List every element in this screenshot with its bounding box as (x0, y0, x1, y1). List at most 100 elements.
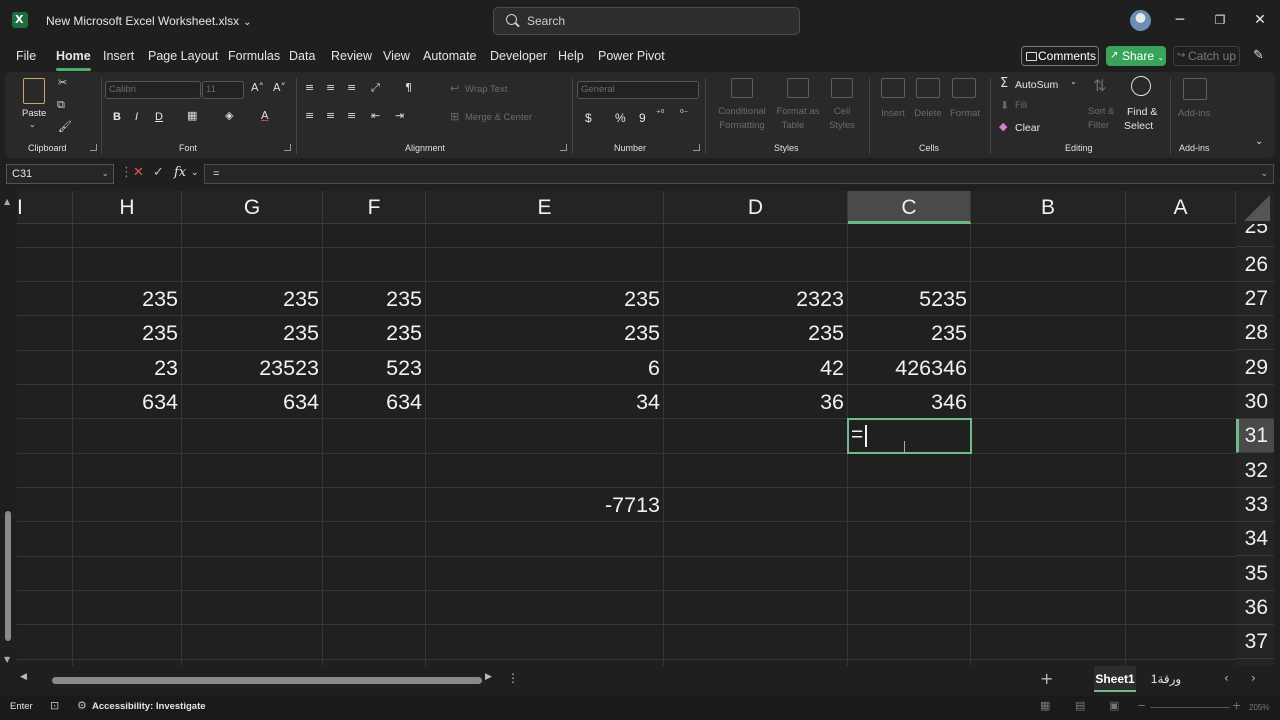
spreadsheet-grid[interactable]: I H G F E D C B A 235 235 235 235 2323 5… (17, 191, 1236, 666)
document-title[interactable]: New Microsoft Excel Worksheet.xlsx ⌄ (46, 14, 252, 28)
pen-icon[interactable]: ✎ (1253, 48, 1269, 64)
fill-button[interactable]: Fill (1015, 100, 1027, 111)
paste-icon[interactable] (23, 78, 45, 104)
align-top-icon[interactable]: ≡ (305, 81, 314, 94)
tab-automate[interactable]: Automate (423, 49, 477, 63)
orientation-icon[interactable]: ⤢ (371, 81, 380, 95)
align-middle-icon[interactable]: ≡ (326, 81, 335, 94)
tab-page-layout[interactable]: Page Layout (148, 49, 218, 63)
column-header-g[interactable]: G (182, 191, 323, 224)
format-as-table-button[interactable]: Format as (773, 106, 823, 117)
cell-h27[interactable]: 235 (73, 282, 182, 316)
find-select-button[interactable]: Find & (1127, 106, 1157, 118)
macro-record-icon[interactable]: ⊡ (50, 699, 59, 712)
font-size-select[interactable]: 11 (202, 81, 244, 99)
cell-h28[interactable]: 235 (73, 316, 182, 350)
row-header-26[interactable]: 26 (1236, 248, 1274, 282)
page-layout-view-icon[interactable]: ▤ (1075, 699, 1085, 712)
cell-c27[interactable]: 5235 (848, 282, 971, 316)
underline-button[interactable]: D (155, 111, 163, 123)
delete-cells-button[interactable]: Delete (911, 108, 945, 119)
increase-decimal-icon[interactable]: ⁺⁰ (656, 109, 664, 119)
column-header-e[interactable]: E (426, 191, 664, 224)
prev-sheet-icon[interactable]: ‹ (1224, 671, 1229, 685)
sheet-tab-other[interactable]: ورقة1 (1146, 666, 1186, 692)
autosum-button[interactable]: AutoSum (1015, 79, 1058, 91)
cell-e29[interactable]: 6 (426, 351, 664, 385)
clear-button[interactable]: Clear (1015, 122, 1040, 134)
decrease-decimal-icon[interactable]: ⁰⁻ (680, 109, 688, 119)
chevron-down-icon[interactable]: ⌄ (1070, 77, 1077, 86)
cell-f27[interactable]: 235 (323, 282, 426, 316)
font-family-select[interactable]: Calibri (105, 81, 201, 99)
select-all-corner[interactable] (1236, 191, 1274, 224)
column-header-i[interactable]: I (17, 191, 73, 224)
cell-styles-button[interactable]: Cell (827, 106, 857, 117)
row-header-27[interactable]: 27 (1236, 282, 1274, 316)
insert-function-icon[interactable]: fx (174, 165, 186, 180)
zoom-out-icon[interactable]: − (1137, 699, 1146, 712)
conditional-formatting-button[interactable]: Conditional (714, 106, 770, 117)
merge-center-button[interactable]: Merge & Center (465, 112, 532, 123)
avatar[interactable] (1130, 10, 1151, 31)
column-header-c[interactable]: C (848, 191, 971, 224)
horizontal-scrollbar-thumb[interactable] (52, 677, 482, 684)
zoom-level[interactable]: 205% (1249, 703, 1269, 712)
column-header-b[interactable]: B (971, 191, 1126, 224)
cell-h30[interactable]: 634 (73, 385, 182, 419)
row-header-28[interactable]: 28 (1236, 316, 1274, 350)
tab-data[interactable]: Data (289, 49, 315, 63)
search-box[interactable]: Search (493, 7, 800, 35)
tab-file[interactable]: File (16, 49, 36, 63)
align-left-icon[interactable]: ≡ (305, 109, 314, 122)
align-right-icon[interactable]: ≡ (347, 109, 356, 122)
catch-up-button[interactable]: Catch up (1173, 46, 1240, 66)
add-ins-button[interactable]: Add-ins (1178, 108, 1210, 119)
decrease-font-icon[interactable]: A˅ (273, 81, 286, 94)
row-header-31[interactable]: 31 (1236, 419, 1274, 453)
format-painter-icon[interactable]: 🖌 (58, 120, 72, 133)
row-header-33[interactable]: 33 (1236, 488, 1274, 522)
more-icon[interactable]: ⋮ (120, 165, 133, 180)
more-options-icon[interactable]: ⋮ (507, 671, 519, 685)
formula-input[interactable]: = ⌄ (204, 164, 1274, 184)
row-header-30[interactable]: 30 (1236, 385, 1274, 419)
cell-c30[interactable]: 346 (848, 385, 971, 419)
page-break-view-icon[interactable]: ▣ (1109, 699, 1119, 712)
fill-color-icon[interactable]: ◈ (225, 109, 233, 122)
tab-help[interactable]: Help (558, 49, 584, 63)
tab-power-pivot[interactable]: Power Pivot (598, 49, 665, 63)
cell-f29[interactable]: 523 (323, 351, 426, 385)
cell-f30[interactable]: 634 (323, 385, 426, 419)
next-sheet-icon[interactable]: › (1251, 671, 1256, 685)
cancel-icon[interactable]: ✕ (133, 165, 144, 180)
cell-d28[interactable]: 235 (664, 316, 848, 350)
cell-g29[interactable]: 23523 (182, 351, 323, 385)
cell-f28[interactable]: 235 (323, 316, 426, 350)
align-center-icon[interactable]: ≡ (326, 109, 335, 122)
column-header-d[interactable]: D (664, 191, 848, 224)
clipboard-launcher-icon[interactable] (90, 144, 97, 151)
zoom-in-icon[interactable]: + (1232, 699, 1241, 712)
column-header-f[interactable]: F (323, 191, 426, 224)
paste-button[interactable]: Paste (22, 108, 46, 119)
minimize-icon[interactable]: ─ (1170, 10, 1190, 30)
add-sheet-icon[interactable]: + (1040, 669, 1053, 688)
tab-view[interactable]: View (383, 49, 410, 63)
name-box[interactable]: C31 ⌄ (6, 164, 114, 184)
italic-button[interactable]: I (135, 111, 138, 123)
cell-e30[interactable]: 34 (426, 385, 664, 419)
cut-icon[interactable]: ✂ (58, 76, 67, 89)
accessibility-icon[interactable]: ⚙ (77, 699, 87, 712)
alignment-launcher-icon[interactable] (560, 144, 567, 151)
cell-d29[interactable]: 42 (664, 351, 848, 385)
cell-e27[interactable]: 235 (426, 282, 664, 316)
cell-e28[interactable]: 235 (426, 316, 664, 350)
sheet-tab-sheet1[interactable]: Sheet1 (1094, 666, 1136, 692)
percent-button[interactable]: % (615, 111, 626, 125)
increase-font-icon[interactable]: A˄ (251, 81, 264, 94)
format-cells-button[interactable]: Format (947, 108, 983, 119)
cell-e33[interactable]: -7713 (426, 488, 664, 522)
cell-c28[interactable]: 235 (848, 316, 971, 350)
scroll-left-icon[interactable]: ◀ (20, 672, 27, 682)
